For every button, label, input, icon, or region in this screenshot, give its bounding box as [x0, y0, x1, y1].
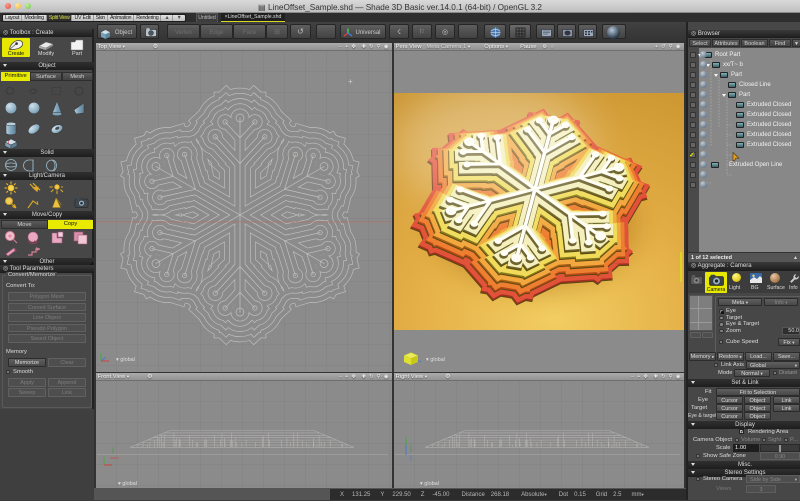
svg-text:T: T	[7, 141, 10, 147]
